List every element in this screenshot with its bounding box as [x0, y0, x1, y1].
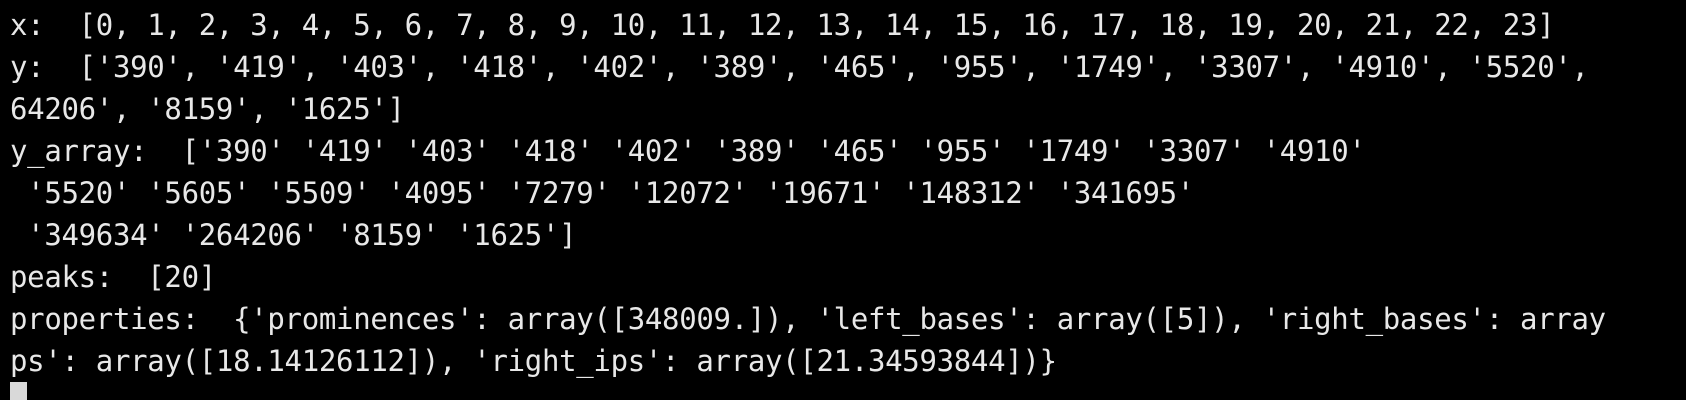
terminal-line-peaks: peaks: [20] — [10, 260, 216, 294]
terminal-line-x: x: [0, 1, 2, 3, 4, 5, 6, 7, 8, 9, 10, 11… — [10, 8, 1555, 42]
terminal-cursor — [10, 382, 27, 400]
terminal-line-y-array-cont-1: '5520' '5605' '5509' '4095' '7279' '1207… — [10, 176, 1195, 210]
terminal-line-properties-wrap: ps': array([18.14126112]), 'right_ips': … — [10, 344, 1057, 378]
terminal-line-y-wrap: 64206', '8159', '1625'] — [10, 92, 405, 126]
terminal-line-y-array-cont-2: '349634' '264206' '8159' '1625'] — [10, 218, 577, 252]
terminal-line-properties: properties: {'prominences': array([34800… — [10, 302, 1606, 336]
terminal-line-y-array: y_array: ['390' '419' '403' '418' '402' … — [10, 134, 1366, 168]
terminal-output[interactable]: x: [0, 1, 2, 3, 4, 5, 6, 7, 8, 9, 10, 11… — [0, 0, 1686, 400]
terminal-line-y: y: ['390', '419', '403', '418', '402', '… — [10, 50, 1589, 84]
